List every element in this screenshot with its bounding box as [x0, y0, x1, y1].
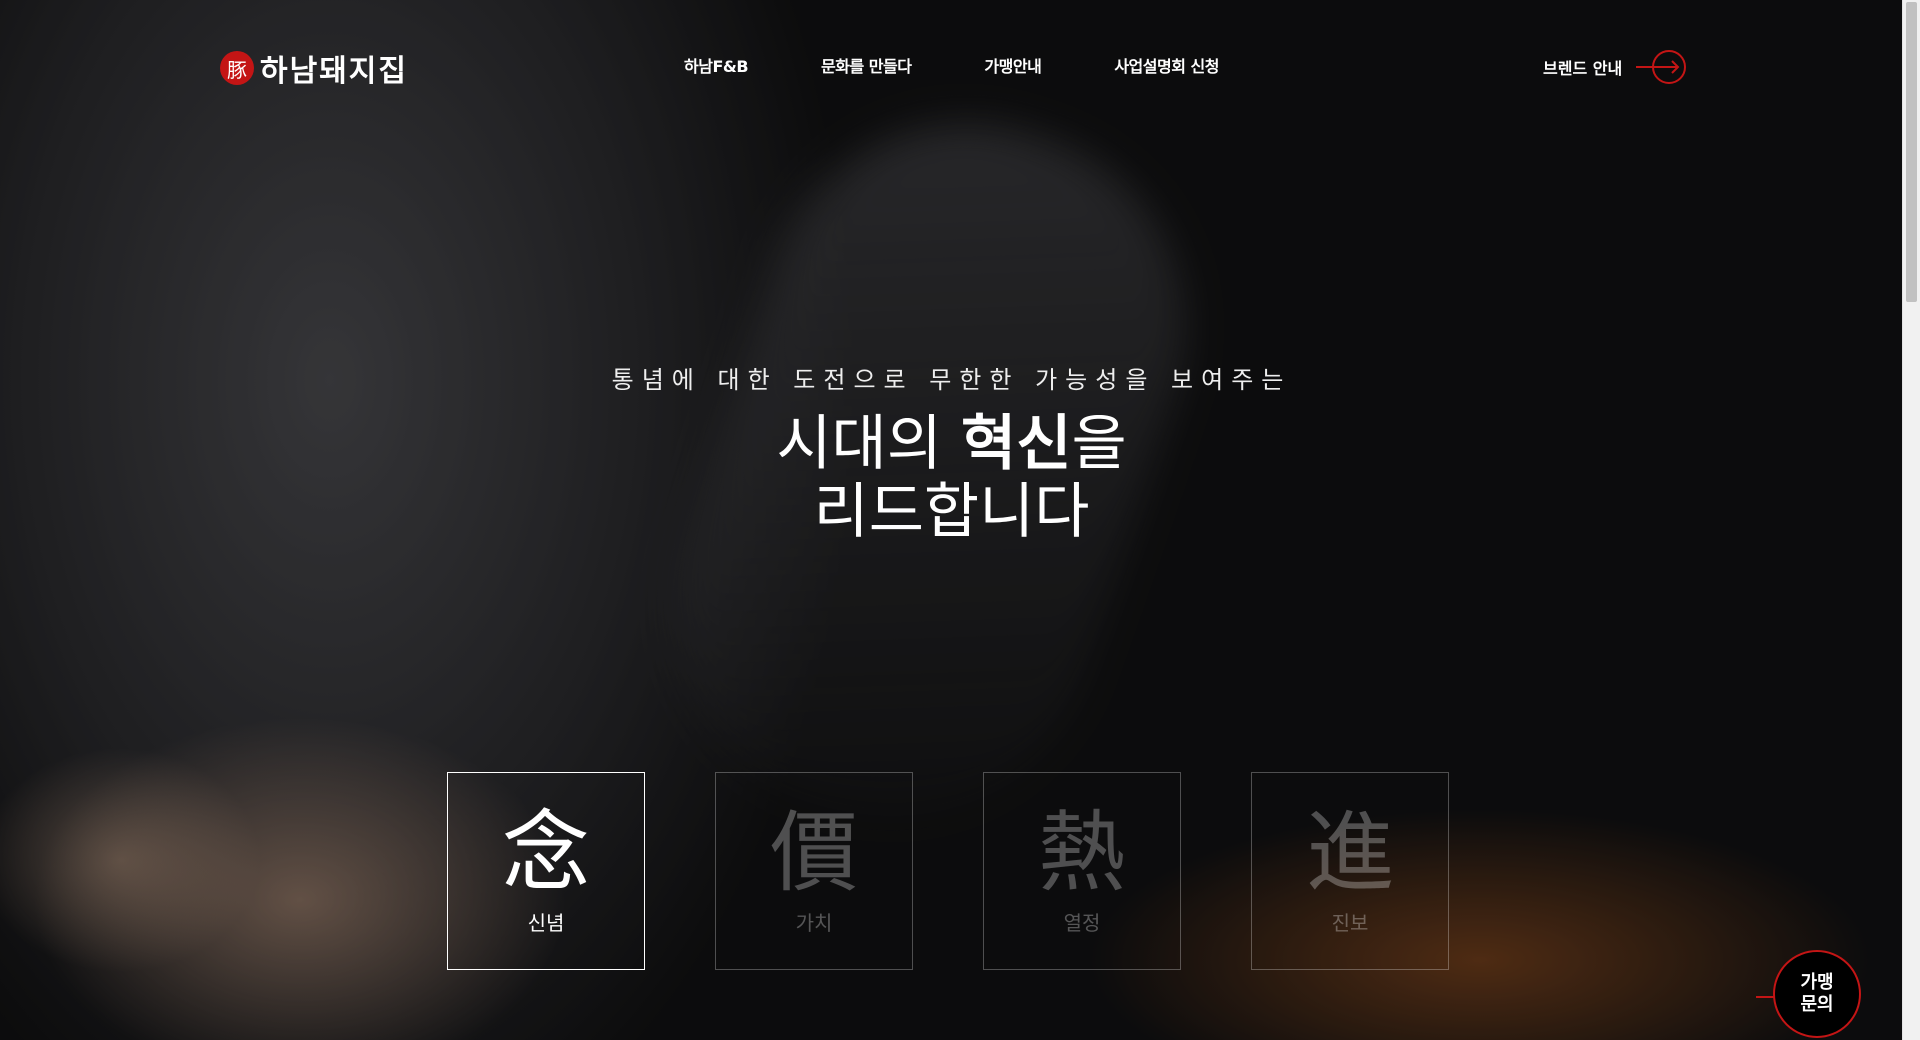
value-hanja: 價: [769, 800, 858, 904]
franchise-inquiry-button[interactable]: 가맹 문의: [1773, 950, 1861, 1038]
value-meaning: 열정: [1063, 910, 1101, 935]
fab-line1: 가맹: [1800, 972, 1834, 993]
brand-guide-link[interactable]: 브렌드 안내: [1543, 49, 1688, 85]
main-nav: 하남F&B 문화를 만들다 가맹안내 사업설명회 신청: [684, 53, 1219, 77]
headline-part1: 시대의: [776, 409, 962, 479]
hero-headline: 시대의 혁신을 리드합니다: [0, 410, 1903, 546]
value-box-progress[interactable]: 進 진보: [1251, 772, 1449, 970]
fab-line2: 문의: [1800, 994, 1834, 1015]
nav-item-hanam-fnb[interactable]: 하남F&B: [684, 53, 749, 77]
headline-line2: 리드합니다: [813, 477, 1090, 547]
page-scrollbar[interactable]: [1902, 0, 1920, 1040]
value-hanja: 進: [1305, 800, 1394, 904]
logo[interactable]: 豚 하남돼지집: [220, 46, 408, 90]
value-box-value[interactable]: 價 가치: [715, 772, 913, 970]
value-hanja: 熱: [1037, 800, 1126, 904]
logo-text: 하남돼지집: [260, 54, 408, 89]
value-meaning: 신념: [527, 910, 565, 935]
core-values: 念 신념 價 가치 熱 열정 進 진보: [447, 772, 1449, 970]
hero-subtitle: 통념에 대한 도전으로 무한한 가능성을 보여주는: [611, 366, 1292, 394]
logo-seal-icon: 豚: [220, 51, 254, 85]
value-meaning: 가치: [795, 910, 833, 935]
nav-item-culture[interactable]: 문화를 만들다: [821, 53, 912, 77]
value-hanja: 念: [501, 800, 590, 904]
headline-bold: 혁신: [961, 409, 1072, 479]
brand-guide-label: 브렌드 안내: [1543, 59, 1623, 78]
scrollbar-thumb[interactable]: [1906, 2, 1917, 302]
value-meaning: 진보: [1331, 910, 1369, 935]
nav-item-seminar[interactable]: 사업설명회 신청: [1114, 53, 1219, 77]
value-box-passion[interactable]: 熱 열정: [983, 772, 1181, 970]
headline-part2: 을: [1071, 409, 1127, 479]
value-box-belief[interactable]: 念 신념: [447, 772, 645, 970]
arrow-circle-icon: [1636, 50, 1687, 84]
nav-item-franchise[interactable]: 가맹안내: [984, 53, 1041, 77]
